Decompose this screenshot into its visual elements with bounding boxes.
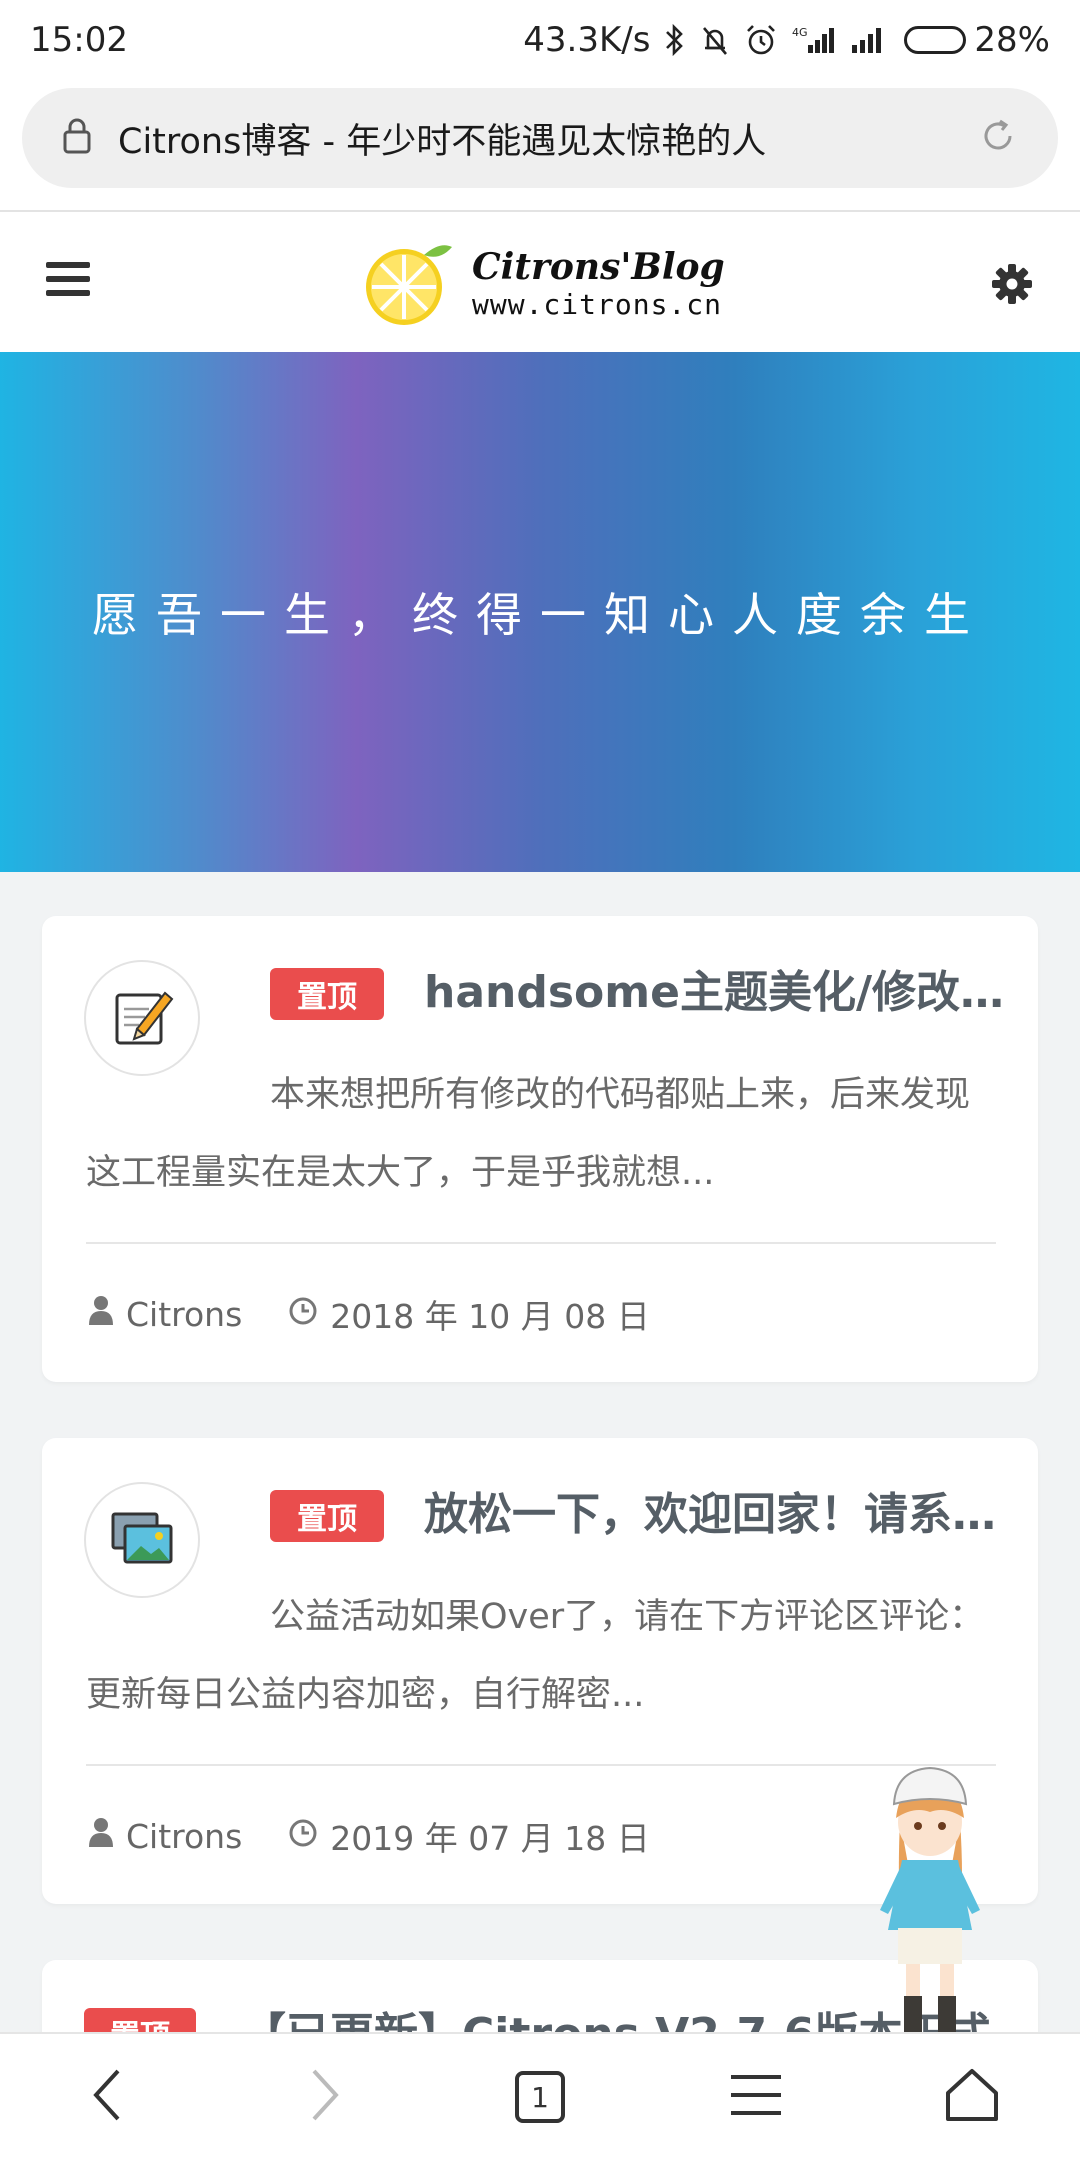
battery-percent: 28% <box>974 20 1050 60</box>
site-logo[interactable]: Citrons'Blog www.citrons.cn <box>362 237 725 333</box>
post-date: 2019 年 07 月 18 日 <box>288 1812 650 1860</box>
reload-icon[interactable] <box>978 116 1018 160</box>
status-time: 15:02 <box>30 20 128 60</box>
forward-button[interactable] <box>284 2057 364 2137</box>
home-button[interactable] <box>932 2057 1012 2137</box>
logo-url: www.citrons.cn <box>472 288 723 321</box>
hamburger-menu-icon[interactable] <box>46 262 90 302</box>
clock-icon <box>288 1817 318 1856</box>
hero-banner: 愿吾一生，终得一知心人度余生 <box>0 352 1080 872</box>
alarm-icon <box>744 23 778 57</box>
tabs-button[interactable]: 1 <box>500 2057 580 2137</box>
mascot-character[interactable] <box>860 1760 1000 2060</box>
net-speed: 43.3K/s <box>523 20 651 60</box>
battery-indicator: 28% <box>904 20 1050 60</box>
author-name: Citrons <box>126 1294 243 1334</box>
svg-text:4G: 4G <box>792 26 808 39</box>
logo-title: Citrons'Blog <box>472 246 725 288</box>
post-title[interactable]: handsome主题美化/修改… <box>424 956 1014 1020</box>
status-bar: 15:02 43.3K/s 4G 28% <box>0 0 1080 80</box>
back-button[interactable] <box>68 2057 148 2137</box>
post-card[interactable]: 置顶 handsome主题美化/修改… 本来想把所有修改的代码都贴上来，后来发现… <box>42 916 1038 1382</box>
post-excerpt: 公益活动如果Over了，请在下方评论区评论：更新每日公益内容加密，自行解密... <box>86 1597 985 1715</box>
home-icon <box>944 2067 1000 2127</box>
lock-icon <box>62 117 92 159</box>
menu-lines-icon <box>729 2073 783 2121</box>
signal-icon <box>850 25 890 55</box>
author-name: Citrons <box>126 1816 243 1856</box>
date-text: 2018 年 10 月 08 日 <box>330 1297 650 1336</box>
mute-bell-icon <box>700 24 730 56</box>
status-icons: 43.3K/s 4G 28% <box>523 20 1050 60</box>
post-title[interactable]: 放松一下，欢迎回家！请系… <box>424 1478 1014 1542</box>
hero-slogan: 愿吾一生，终得一知心人度余生 <box>92 588 988 642</box>
chevron-left-icon <box>88 2067 128 2127</box>
post-excerpt: 本来想把所有修改的代码都贴上来，后来发现这工程量实在是太大了，于是乎我就想... <box>86 1075 971 1193</box>
divider <box>86 1242 996 1244</box>
chevron-right-icon <box>304 2067 344 2127</box>
gear-icon[interactable] <box>990 262 1034 306</box>
browser-bottom-nav: 1 <box>0 2032 1080 2160</box>
post-date: 2018 年 10 月 08 日 <box>288 1290 650 1338</box>
battery-icon <box>904 26 967 54</box>
lemon-logo-icon <box>362 237 454 333</box>
post-meta: Citrons 2019 年 07 月 18 日 <box>88 1812 696 1860</box>
user-icon <box>88 1294 114 1334</box>
address-bar[interactable]: Citrons博客 - 年少时不能遇见太惊艳的人 <box>22 88 1058 188</box>
site-header: Citrons'Blog www.citrons.cn <box>0 212 1080 352</box>
browser-toolbar: Citrons博客 - 年少时不能遇见太惊艳的人 <box>0 80 1080 212</box>
post-author: Citrons <box>88 1294 242 1334</box>
post-author: Citrons <box>88 1816 242 1856</box>
user-icon <box>88 1816 114 1856</box>
tab-count: 1 <box>515 2071 565 2123</box>
menu-button[interactable] <box>716 2057 796 2137</box>
date-text: 2019 年 07 月 18 日 <box>330 1819 650 1858</box>
post-meta: Citrons 2018 年 10 月 08 日 <box>88 1290 696 1338</box>
clock-icon <box>288 1295 318 1334</box>
page-title: Citrons博客 - 年少时不能遇见太惊艳的人 <box>118 121 767 162</box>
pinned-badge: 置顶 <box>270 1490 384 1542</box>
signal-4g-icon: 4G <box>792 25 836 55</box>
edit-note-icon <box>109 983 175 1053</box>
pinned-badge: 置顶 <box>270 968 384 1020</box>
bluetooth-icon <box>664 23 686 57</box>
gallery-icon <box>109 1508 175 1572</box>
